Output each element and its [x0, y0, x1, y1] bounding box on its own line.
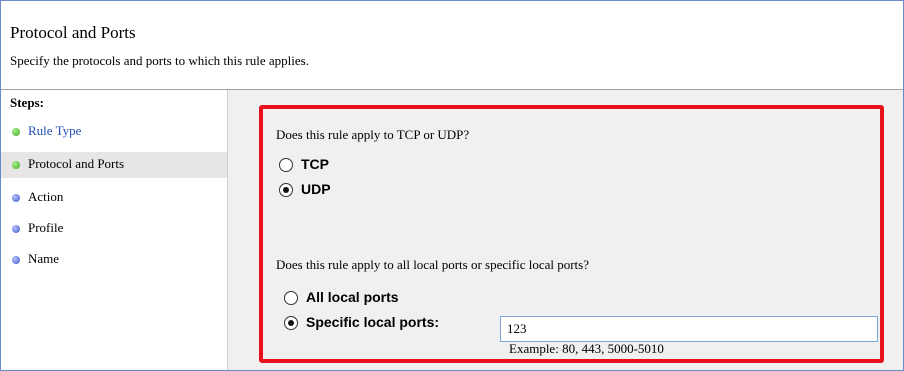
page-subtitle: Specify the protocols and ports to which… — [10, 53, 309, 68]
step-profile: Profile — [1, 216, 227, 242]
step-complete-icon — [12, 128, 20, 136]
steps-heading: Steps: — [10, 95, 44, 110]
step-rule-type[interactable]: Rule Type — [1, 119, 227, 145]
step-label: Name — [28, 251, 60, 266]
steps-sidebar: Steps: Rule Type Protocol and Ports Acti… — [1, 90, 227, 370]
wizard-header: Protocol and Ports Specify the protocols… — [1, 1, 903, 85]
specific-ports-label[interactable]: Specific local ports: — [306, 314, 439, 330]
step-protocol-and-ports[interactable]: Protocol and Ports — [1, 152, 227, 178]
udp-radio[interactable] — [279, 183, 293, 197]
all-ports-radio[interactable] — [284, 291, 298, 305]
ports-question: Does this rule apply to all local ports … — [276, 257, 589, 272]
ports-input[interactable] — [500, 316, 878, 342]
step-pending-icon — [12, 225, 20, 233]
tcp-label[interactable]: TCP — [301, 156, 329, 172]
step-action: Action — [1, 185, 227, 211]
step-label: Profile — [28, 220, 64, 235]
step-pending-icon — [12, 194, 20, 202]
wizard-window: Protocol and Ports Specify the protocols… — [0, 0, 904, 371]
page-title: Protocol and Ports — [10, 23, 136, 42]
ports-example: Example: 80, 443, 5000-5010 — [509, 341, 664, 356]
step-label: Rule Type — [28, 123, 82, 138]
step-complete-icon — [12, 161, 20, 169]
specific-ports-radio[interactable] — [284, 316, 298, 330]
udp-label[interactable]: UDP — [301, 181, 331, 197]
all-ports-label[interactable]: All local ports — [306, 289, 399, 305]
protocol-question: Does this rule apply to TCP or UDP? — [276, 127, 470, 142]
step-name: Name — [1, 247, 227, 273]
step-label: Protocol and Ports — [28, 156, 125, 171]
step-pending-icon — [12, 256, 20, 264]
step-label: Action — [28, 189, 64, 204]
tcp-radio[interactable] — [279, 158, 293, 172]
